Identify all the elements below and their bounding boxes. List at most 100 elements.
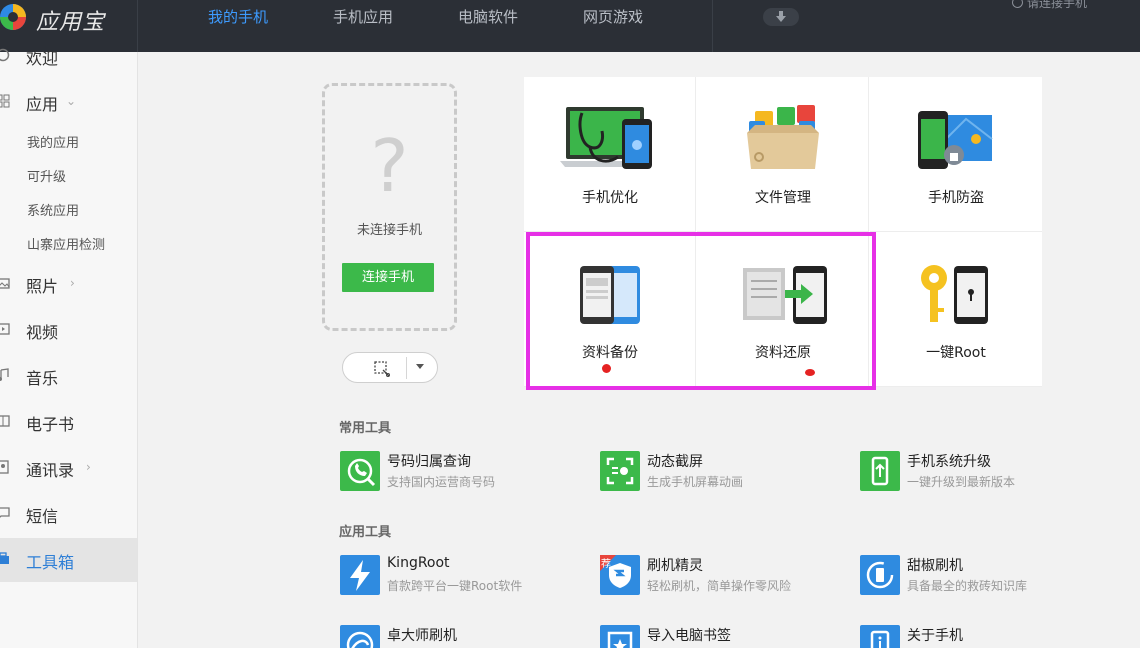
status-circle-icon — [1012, 0, 1023, 8]
chevron-right-icon: › — [86, 460, 91, 474]
sidebar-item-label: 工具箱 — [26, 553, 75, 572]
tool-name: KingRoot — [387, 555, 450, 571]
tool-one-key-root[interactable]: 一键Root — [870, 232, 1042, 387]
sidebar-sub-fake-app-check[interactable]: 山寨应用检测 — [27, 234, 105, 253]
sidebar-item-contacts[interactable]: 通讯录 › — [0, 448, 137, 488]
tool-kingroot[interactable]: KingRoot 首款跨平台一键Root软件 — [340, 555, 580, 597]
book-icon — [0, 415, 10, 427]
tool-name: 甜椒刷机 — [907, 558, 963, 574]
sidebar-item-toolbox[interactable]: 工具箱 — [0, 538, 137, 582]
tool-desc: 具备最全的救砖知识库 — [907, 579, 1028, 593]
screenshot-crop-icon — [374, 361, 390, 377]
download-icon — [776, 11, 786, 22]
sidebar-sub-system-apps[interactable]: 系统应用 — [27, 200, 79, 219]
nav-divider — [712, 0, 713, 52]
bookmark-star-icon — [600, 625, 640, 648]
tool-name: 刷机精灵 — [647, 558, 703, 574]
red-mark — [805, 369, 815, 376]
tool-name: 号码归属查询 — [387, 454, 471, 470]
tool-label: 文件管理 — [755, 190, 811, 206]
tool-label: 一键Root — [926, 345, 986, 361]
sidebar-sub-upgradable[interactable]: 可升级 — [27, 166, 66, 185]
key-phone-icon — [921, 265, 988, 324]
sidebar-item-photos[interactable]: 照片 › — [0, 264, 137, 304]
restore-doc-icon — [743, 266, 827, 324]
music-icon — [0, 368, 9, 381]
sidebar-sub-my-apps[interactable]: 我的应用 — [27, 132, 79, 151]
sidebar-item-music[interactable]: 音乐 — [0, 356, 137, 396]
sidebar-item-label: 通讯录 — [26, 461, 75, 480]
top-connect-status[interactable]: 请连接手机 — [1012, 0, 1087, 11]
device-status: 未连接手机 — [356, 223, 422, 238]
sidebar-item-label: 欢迎 — [26, 49, 59, 68]
sidebar-item-video[interactable]: 视频 — [0, 310, 137, 350]
section-title-app: 应用工具 — [339, 525, 392, 540]
sidebar-item-label: 照片 — [26, 277, 59, 296]
tool-anti-theft[interactable]: 手机防盗 — [870, 77, 1042, 232]
toolbox-icon — [0, 552, 9, 564]
phone-lock-icon — [918, 111, 993, 169]
video-icon — [0, 323, 10, 335]
sidebar-item-ebook[interactable]: 电子书 — [0, 402, 137, 442]
tab-my-phone[interactable]: 我的手机 — [208, 6, 268, 27]
recommend-badge: 荐 — [601, 559, 611, 570]
tool-desc: 首款跨平台一键Root软件 — [387, 579, 523, 593]
connect-phone-button[interactable]: 连接手机 — [342, 263, 434, 292]
photo-icon — [0, 278, 10, 289]
tool-desc: 支持国内运营商号码 — [387, 475, 496, 489]
tool-phone-optimize[interactable]: 手机优化 — [524, 77, 696, 232]
welcome-icon — [0, 48, 10, 62]
phone-upgrade-icon — [860, 451, 900, 491]
phone-search-icon — [340, 451, 380, 491]
chevron-right-icon: › — [70, 276, 75, 290]
sidebar-item-apps[interactable]: 应用 ⌄ — [0, 82, 137, 122]
red-mark — [602, 364, 611, 373]
file-box-icon — [747, 105, 819, 169]
screen-capture-icon — [600, 451, 640, 491]
tool-system-upgrade[interactable]: 手机系统升级 一键升级到最新版本 — [860, 451, 1100, 493]
tool-name: 动态截屏 — [647, 454, 703, 470]
lightning-icon — [340, 555, 380, 595]
tab-phone-apps[interactable]: 手机应用 — [333, 6, 393, 27]
tool-desc: 生成手机屏幕动画 — [647, 475, 744, 489]
device-placeholder-card: ? 未连接手机 连接手机 — [322, 83, 457, 331]
grid-icon — [0, 94, 10, 108]
tool-data-restore[interactable]: 资料还原 — [697, 232, 869, 387]
sms-icon — [0, 507, 10, 518]
tool-label: 手机优化 — [582, 190, 638, 206]
sidebar-item-label: 音乐 — [26, 369, 59, 388]
tool-label: 资料备份 — [582, 345, 638, 361]
tool-name: 手机系统升级 — [907, 454, 991, 470]
sidebar-item-label: 电子书 — [26, 415, 75, 434]
tool-zhuodashi-flash[interactable]: 卓大师刷机 — [340, 625, 580, 648]
swirl-icon — [340, 625, 380, 648]
chevron-down-icon: ⌄ — [66, 94, 77, 108]
tool-data-backup[interactable]: 资料备份 — [524, 232, 696, 387]
sidebar-item-welcome[interactable]: 欢迎 — [0, 36, 137, 76]
tool-file-manager[interactable]: 文件管理 — [697, 77, 869, 232]
sidebar-item-sms[interactable]: 短信 — [0, 494, 137, 534]
sidebar-item-label: 视频 — [26, 323, 59, 342]
top-bar: 应用宝 我的手机 手机应用 电脑软件 网页游戏 请连接手机 — [0, 0, 1140, 52]
sidebar: 欢迎 应用 ⌄ 我的应用 可升级 系统应用 山寨应用检测 照片 › 视频 音乐 … — [0, 48, 138, 648]
sidebar-item-label: 应用 — [26, 95, 59, 114]
tab-pc-software[interactable]: 电脑软件 — [458, 6, 518, 27]
tool-import-bookmarks[interactable]: 导入电脑书签 — [600, 625, 840, 648]
tool-about-phone[interactable]: 关于手机 — [860, 625, 1100, 648]
tool-shuaji-jingling[interactable]: 荐 刷机精灵 轻松刷机，简单操作零风险 — [600, 555, 840, 597]
contacts-icon — [0, 460, 9, 474]
section-title-common: 常用工具 — [339, 421, 392, 436]
tool-grid: 手机优化 文件管理 手机防盗 资料备份 资料还原 一键Root — [524, 77, 1042, 387]
tool-number-lookup[interactable]: 号码归属查询 支持国内运营商号码 — [340, 451, 580, 493]
tab-web-games[interactable]: 网页游戏 — [583, 6, 643, 27]
tool-label: 资料还原 — [755, 345, 811, 361]
download-button[interactable] — [763, 8, 799, 26]
screenshot-button[interactable] — [342, 352, 438, 383]
stethoscope-laptop-icon — [560, 107, 652, 169]
tool-tianjiao-flash[interactable]: 甜椒刷机 具备最全的救砖知识库 — [860, 555, 1100, 597]
dropdown-caret-icon[interactable] — [416, 364, 424, 369]
sidebar-item-label: 短信 — [26, 507, 59, 526]
tool-name: 导入电脑书签 — [647, 628, 731, 644]
tool-dynamic-screenshot[interactable]: 动态截屏 生成手机屏幕动画 — [600, 451, 840, 493]
tool-desc: 一键升级到最新版本 — [907, 475, 1016, 489]
